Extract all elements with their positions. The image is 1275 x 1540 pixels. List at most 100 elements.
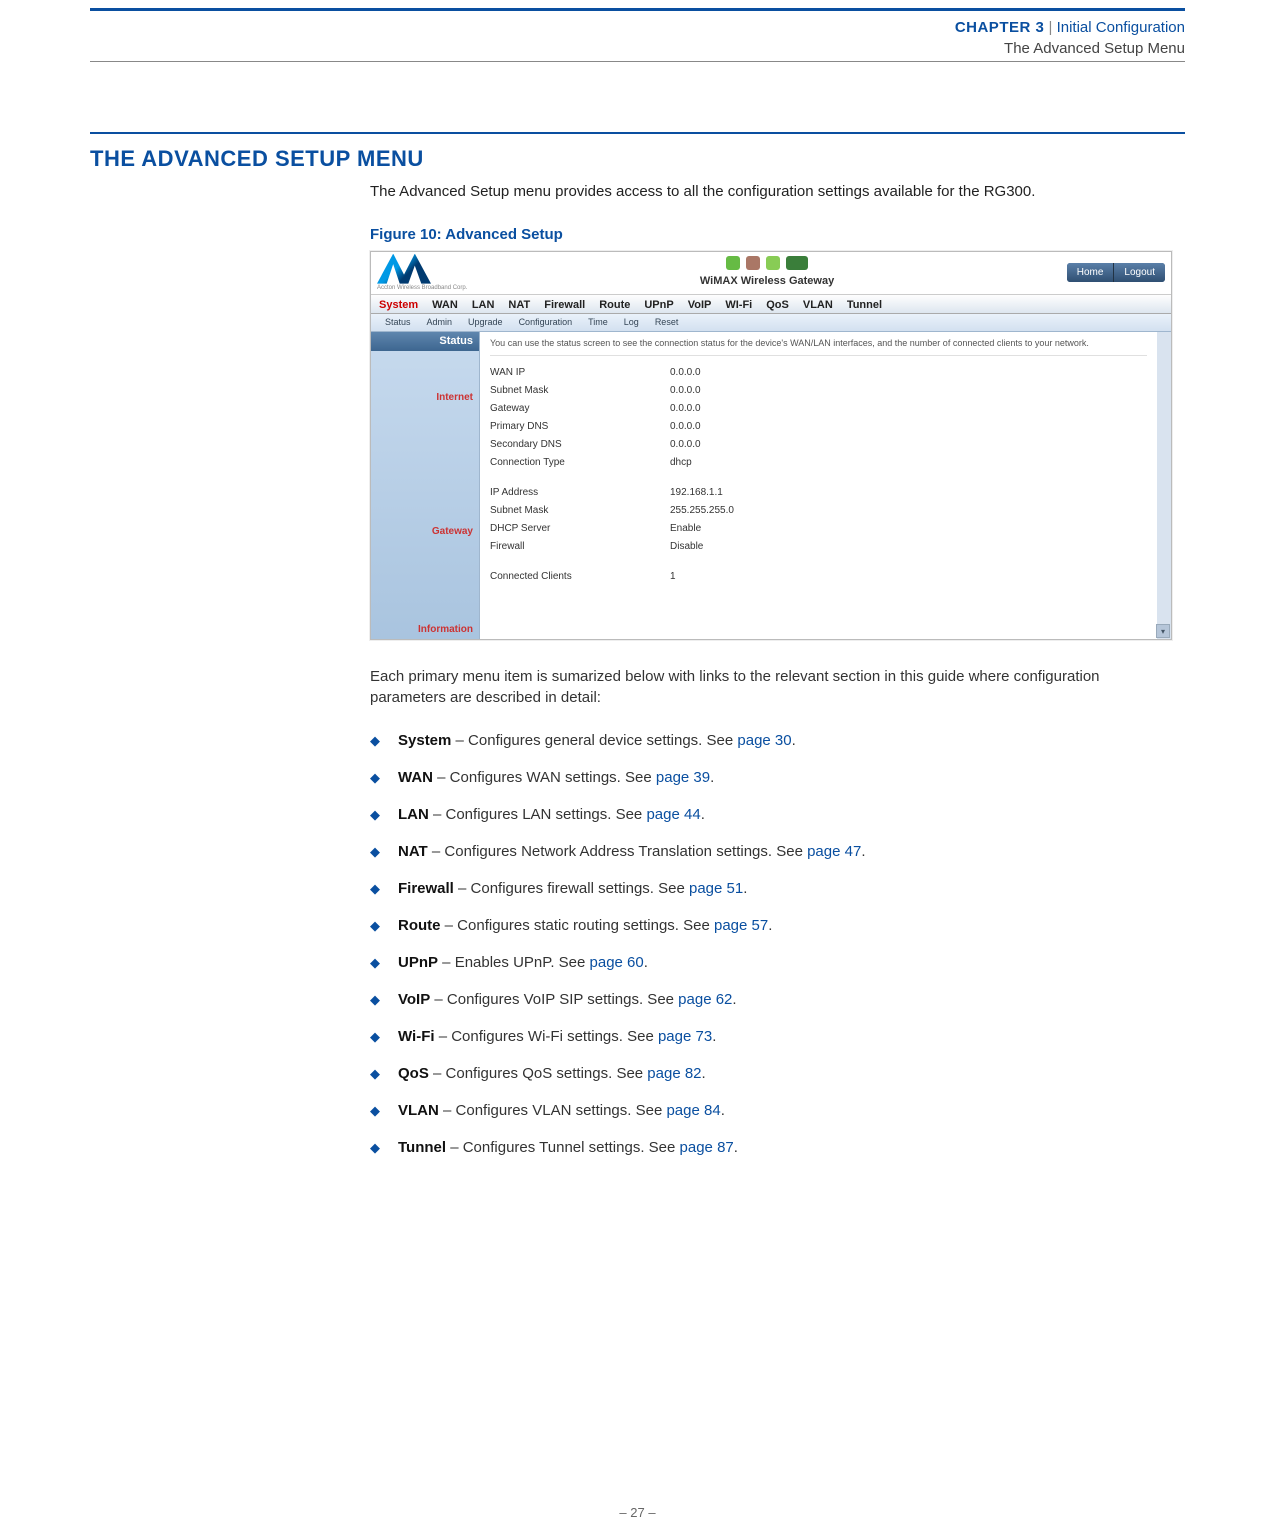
- scrollbar-down-icon[interactable]: ▾: [1156, 624, 1170, 638]
- menu-item-desc: – Configures WAN settings. See: [433, 769, 656, 786]
- menu-item-desc: – Configures Network Address Translation…: [428, 843, 807, 860]
- header-icons: [726, 256, 808, 274]
- page-link[interactable]: page 51: [689, 880, 743, 897]
- menu-item-tail: .: [743, 880, 747, 897]
- plant-icon: [766, 256, 780, 270]
- menu-item-name: NAT: [398, 843, 428, 860]
- sidebar-gateway: Gateway: [371, 515, 479, 541]
- menu-item-name: Tunnel: [398, 1139, 446, 1156]
- menu-item-tail: .: [732, 991, 736, 1008]
- logo: Accton Wireless Broadband Corp.: [377, 254, 467, 292]
- kv-key: Firewall: [490, 540, 670, 554]
- sub-tabs: Status Admin Upgrade Configuration Time …: [371, 314, 1171, 332]
- kv-row: WAN IP0.0.0.0: [490, 364, 1147, 382]
- page-link[interactable]: page 47: [807, 843, 861, 860]
- home-button[interactable]: Home: [1067, 263, 1114, 282]
- main-tabs: System WAN LAN NAT Firewall Route UPnP V…: [371, 295, 1171, 314]
- menu-item-desc: – Configures firewall settings. See: [454, 880, 689, 897]
- page-link[interactable]: page 57: [714, 917, 768, 934]
- page-link[interactable]: page 60: [590, 954, 644, 971]
- menu-item-desc: – Enables UPnP. See: [438, 954, 590, 971]
- page-link[interactable]: page 62: [678, 991, 732, 1008]
- logout-button[interactable]: Logout: [1113, 263, 1165, 282]
- leaf-icon: [726, 256, 740, 270]
- figure-caption: Figure 10: Advanced Setup: [370, 224, 1175, 245]
- menu-item: VLAN – Configures VLAN settings. See pag…: [370, 1092, 1175, 1129]
- menu-item-tail: .: [734, 1139, 738, 1156]
- kv-row: DHCP ServerEnable: [490, 520, 1147, 538]
- sidebar-title: Status: [371, 332, 479, 351]
- menu-item: Tunnel – Configures Tunnel settings. See…: [370, 1129, 1175, 1166]
- tab-route[interactable]: Route: [599, 298, 630, 313]
- menu-item-name: System: [398, 732, 451, 749]
- kv-key: Gateway: [490, 402, 670, 416]
- chapter-label: CHAPTER 3: [955, 19, 1045, 36]
- section-heading: THE ADVANCED SETUP MENU: [90, 144, 1185, 175]
- menu-item-tail: .: [792, 732, 796, 749]
- logo-icon: [377, 254, 431, 284]
- menu-item-name: QoS: [398, 1065, 429, 1082]
- page-link[interactable]: page 82: [647, 1065, 701, 1082]
- page-link[interactable]: page 87: [680, 1139, 734, 1156]
- menu-item-tail: .: [712, 1028, 716, 1045]
- menu-item-desc: – Configures general device settings. Se…: [451, 732, 737, 749]
- page-link[interactable]: page 44: [646, 806, 700, 823]
- tab-vlan[interactable]: VLAN: [803, 298, 833, 313]
- menu-item-tail: .: [710, 769, 714, 786]
- page-link[interactable]: page 73: [658, 1028, 712, 1045]
- kv-row: Secondary DNS0.0.0.0: [490, 436, 1147, 454]
- menu-item: LAN – Configures LAN settings. See page …: [370, 796, 1175, 833]
- menu-item-desc: – Configures Wi-Fi settings. See: [435, 1028, 658, 1045]
- kv-value: 255.255.255.0: [670, 504, 734, 518]
- advanced-setup-screenshot: Accton Wireless Broadband Corp. WiMAX Wi…: [370, 251, 1172, 640]
- subtab-configuration[interactable]: Configuration: [519, 316, 573, 329]
- chapter-subtitle: The Advanced Setup Menu: [90, 38, 1185, 59]
- tab-firewall[interactable]: Firewall: [544, 298, 585, 313]
- page-link[interactable]: page 84: [666, 1102, 720, 1119]
- kv-row: IP Address192.168.1.1: [490, 484, 1147, 502]
- kv-row: Subnet Mask255.255.255.0: [490, 502, 1147, 520]
- menu-item-name: LAN: [398, 806, 429, 823]
- tab-upnp[interactable]: UPnP: [644, 298, 673, 313]
- tab-wifi[interactable]: WI-Fi: [725, 298, 752, 313]
- page-link[interactable]: page 30: [737, 732, 791, 749]
- menu-item-tail: .: [768, 917, 772, 934]
- tab-voip[interactable]: VoIP: [688, 298, 712, 313]
- subtab-status[interactable]: Status: [385, 316, 411, 329]
- tab-lan[interactable]: LAN: [472, 298, 495, 313]
- menu-item: VoIP – Configures VoIP SIP settings. See…: [370, 981, 1175, 1018]
- menu-item-name: Wi-Fi: [398, 1028, 435, 1045]
- tab-qos[interactable]: QoS: [766, 298, 789, 313]
- subtab-time[interactable]: Time: [588, 316, 608, 329]
- status-hint: You can use the status screen to see the…: [490, 338, 1147, 357]
- menu-item-tail: .: [701, 806, 705, 823]
- subtab-upgrade[interactable]: Upgrade: [468, 316, 503, 329]
- page-link[interactable]: page 39: [656, 769, 710, 786]
- menu-item-tail: .: [861, 843, 865, 860]
- kv-value: 0.0.0.0: [670, 438, 701, 452]
- subtab-log[interactable]: Log: [624, 316, 639, 329]
- kv-value: 0.0.0.0: [670, 402, 701, 416]
- intro-text: The Advanced Setup menu provides access …: [370, 181, 1175, 202]
- tab-tunnel[interactable]: Tunnel: [847, 298, 882, 313]
- kv-row: Primary DNS0.0.0.0: [490, 418, 1147, 436]
- kv-key: Connection Type: [490, 456, 670, 470]
- kv-value: 0.0.0.0: [670, 384, 701, 398]
- menu-item-name: WAN: [398, 769, 433, 786]
- tab-nat[interactable]: NAT: [508, 298, 530, 313]
- tab-system[interactable]: System: [379, 298, 418, 313]
- menu-item: QoS – Configures QoS settings. See page …: [370, 1055, 1175, 1092]
- subtab-reset[interactable]: Reset: [655, 316, 679, 329]
- kv-key: Primary DNS: [490, 420, 670, 434]
- menu-item-tail: .: [721, 1102, 725, 1119]
- after-figure-text: Each primary menu item is sumarized belo…: [370, 666, 1175, 708]
- menu-item: Wi-Fi – Configures Wi-Fi settings. See p…: [370, 1018, 1175, 1055]
- subtab-admin[interactable]: Admin: [427, 316, 453, 329]
- menu-item: Route – Configures static routing settin…: [370, 907, 1175, 944]
- tab-wan[interactable]: WAN: [432, 298, 458, 313]
- menu-item-name: Firewall: [398, 880, 454, 897]
- sidebar-internet: Internet: [371, 381, 479, 407]
- menu-item: System – Configures general device setti…: [370, 722, 1175, 759]
- menu-item-name: Route: [398, 917, 441, 934]
- kv-row: Subnet Mask0.0.0.0: [490, 382, 1147, 400]
